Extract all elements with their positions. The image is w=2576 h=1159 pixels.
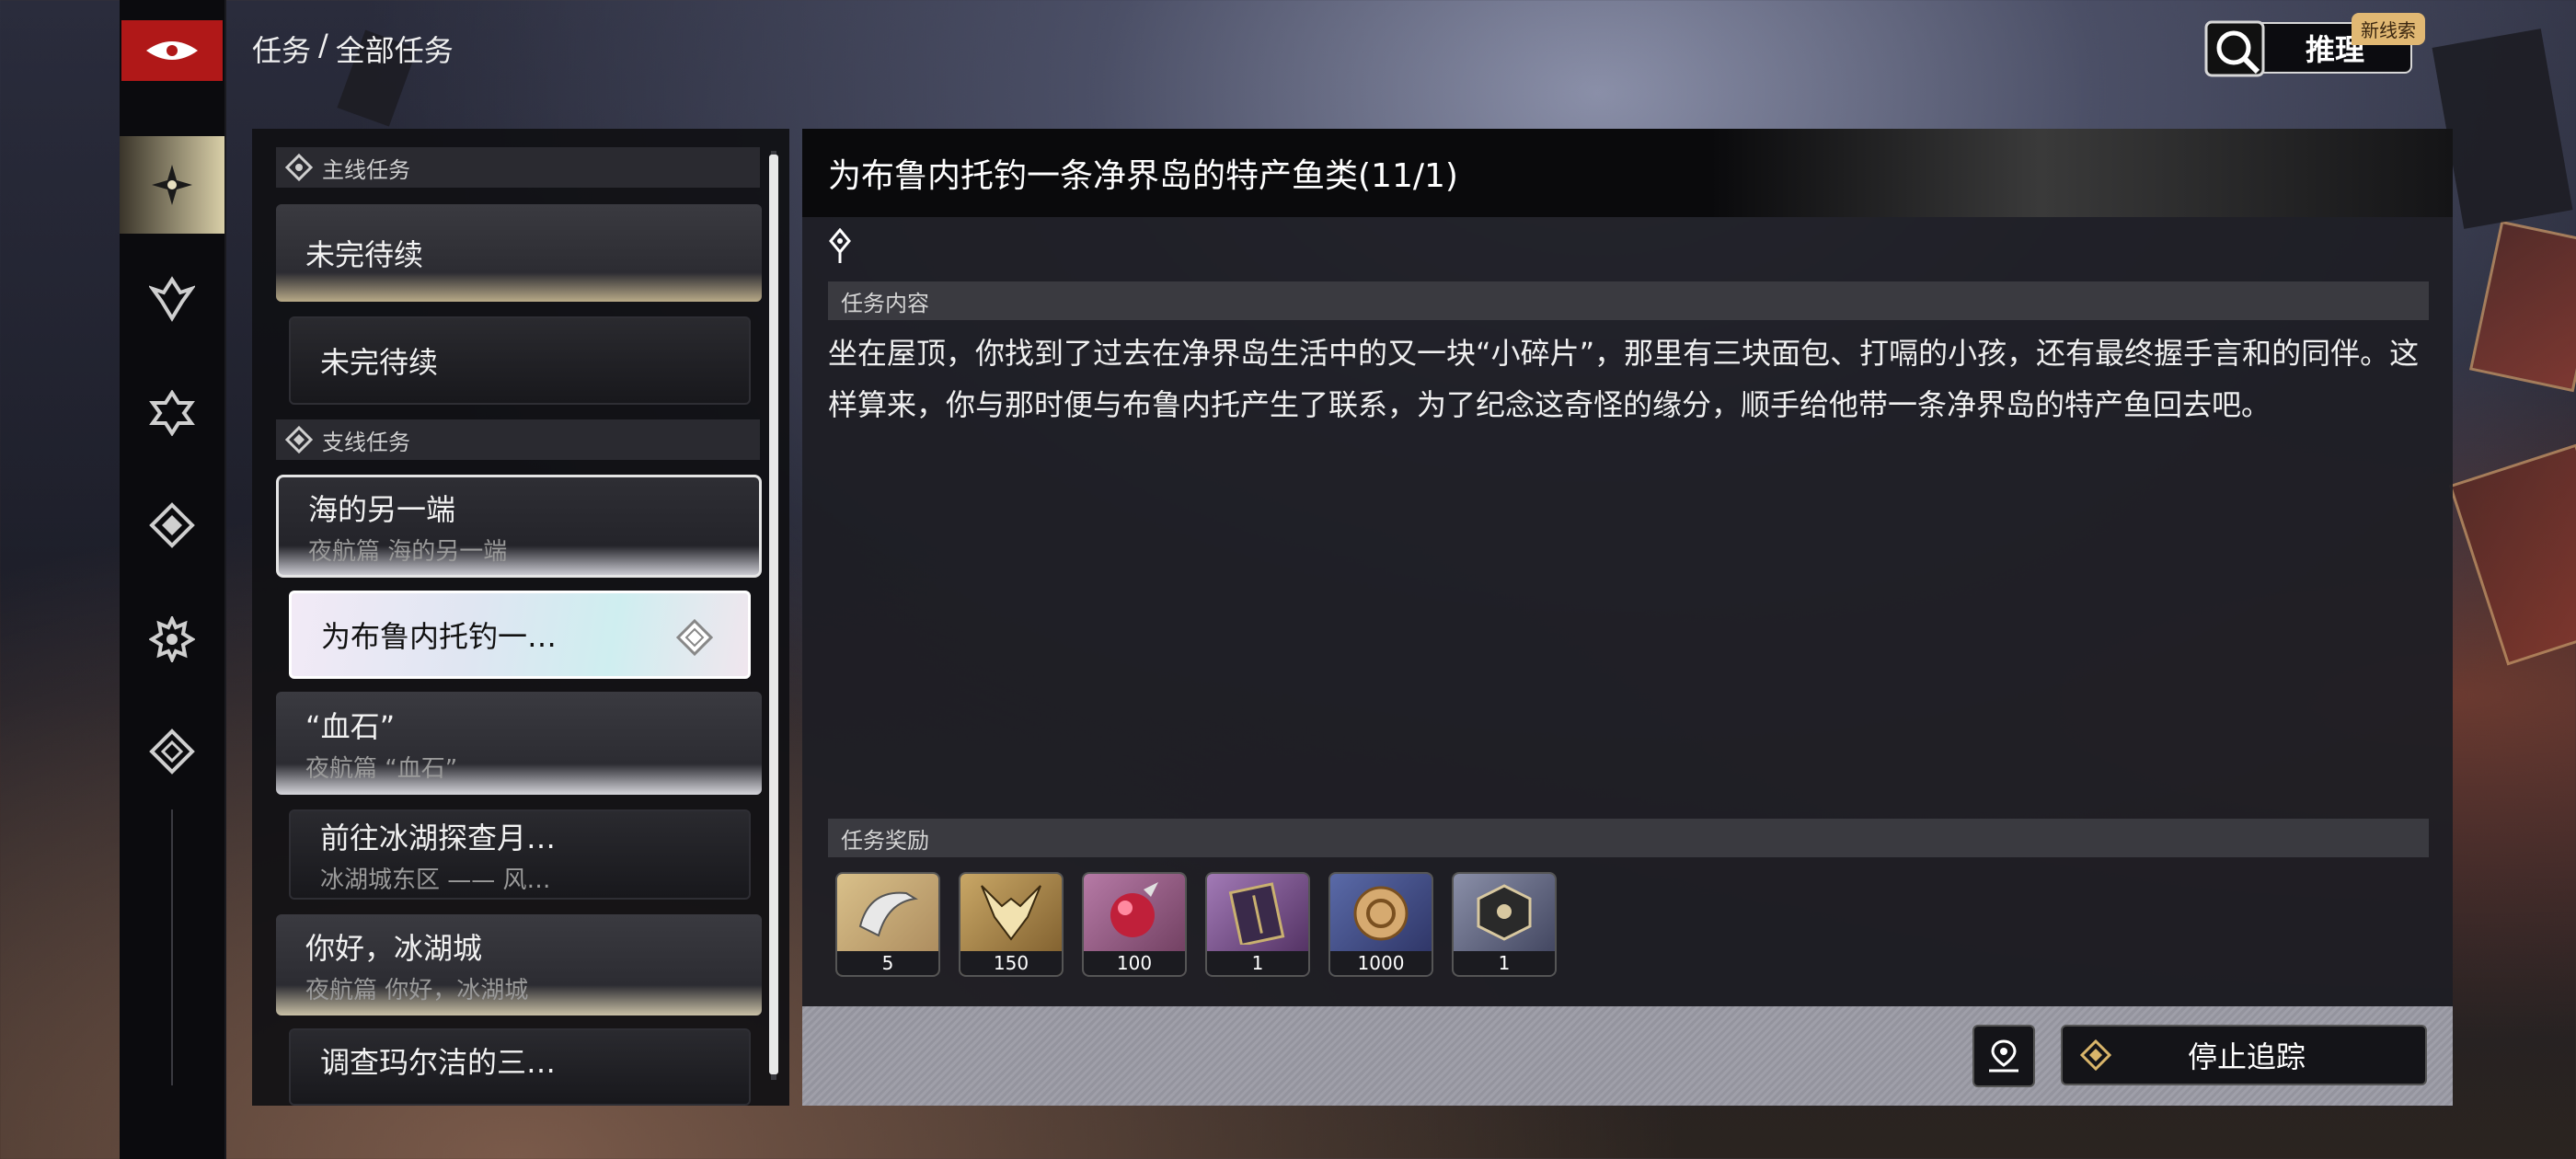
quest-subtitle: 冰湖城东区 —— 风… <box>320 866 551 894</box>
section-side-quests: 支线任务 <box>276 419 760 460</box>
horned-helm-icon <box>981 885 1041 941</box>
quest-title: 未完待续 <box>305 237 424 272</box>
reward-item[interactable]: 1000 <box>1328 872 1433 977</box>
breadcrumb-current: 全部任务 <box>335 33 454 68</box>
gear-icon <box>149 616 195 662</box>
breadcrumb-separator: / <box>318 28 328 63</box>
rail-item-main[interactable] <box>120 250 224 348</box>
quest-subtitle: 夜航篇 “血石” <box>305 754 458 783</box>
quest-card[interactable]: 你好，冰湖城 夜航篇 你好，冰湖城 <box>276 914 762 1016</box>
book-icon <box>1228 882 1285 945</box>
background-shard <box>2432 29 2573 229</box>
reward-item[interactable]: 1 <box>1205 872 1310 977</box>
section-side-label: 支线任务 <box>322 429 410 455</box>
quest-title: 未完待续 <box>320 345 439 380</box>
reward-item[interactable]: 5 <box>835 872 940 977</box>
breadcrumb-section[interactable]: 任务 <box>252 28 311 70</box>
reward-count: 100 <box>1084 951 1185 975</box>
reward-item[interactable]: 1 <box>1452 872 1557 977</box>
quest-subtitle: 夜航篇 你好，冰湖城 <box>305 976 529 1004</box>
section-main-label: 主线任务 <box>322 156 410 183</box>
scroll-icon <box>858 891 918 937</box>
quest-subtitle: 夜航篇 海的另一端 <box>308 537 508 566</box>
reward-list: 5 150 100 1 1000 1 <box>835 872 1557 977</box>
quest-description: 坐在屋顶，你找到了过去在净界岛生活中的又一块“小碎片”，那里有三块面包、打嗝的小… <box>828 336 2420 422</box>
rail-item-side[interactable] <box>120 364 224 462</box>
quest-card-main-sub[interactable]: 未完待续 <box>289 316 751 405</box>
badge-icon <box>149 390 195 436</box>
rail-item-all-quests[interactable] <box>120 136 224 234</box>
back-button[interactable] <box>121 20 223 81</box>
quest-title: 海的另一端 <box>308 491 456 527</box>
coin-icon <box>1353 886 1409 941</box>
quest-title: 调查玛尔洁的三… <box>320 1045 557 1080</box>
reward-count: 1000 <box>1330 951 1432 975</box>
compass-icon <box>149 729 195 775</box>
reward-count: 5 <box>837 951 938 975</box>
list-scrollbar-thumb[interactable] <box>769 155 778 1074</box>
side-quest-icon <box>285 426 313 453</box>
quest-title: “血石” <box>305 708 396 744</box>
rail-item-daily[interactable] <box>120 476 224 574</box>
rail-item-event[interactable] <box>120 591 224 688</box>
background-card <box>2469 220 2576 393</box>
quest-card[interactable]: 海的另一端 夜航篇 海的另一端 <box>276 475 762 578</box>
stop-tracking-button[interactable]: 停止追踪 <box>2061 1025 2427 1085</box>
track-diamond-icon <box>2080 1039 2111 1071</box>
map-locate-button[interactable] <box>1972 1025 2035 1087</box>
dice-icon <box>1477 884 1532 941</box>
quest-title: 前往冰湖探查月… <box>320 820 557 855</box>
eye-logo-icon <box>146 41 198 60</box>
new-clue-badge: 新线索 <box>2352 13 2425 45</box>
main-quest-icon <box>285 154 313 181</box>
quest-card[interactable]: 调查玛尔洁的三… <box>289 1028 751 1106</box>
magnifier-icon <box>2204 20 2265 77</box>
breadcrumb: 任务 / 全部任务 <box>252 28 454 70</box>
quest-card[interactable]: 前往冰湖探查月… 冰湖城东区 —— 风… <box>289 809 751 900</box>
rail-divider <box>171 809 173 1085</box>
tracking-diamond-icon <box>676 619 713 656</box>
reward-item[interactable]: 150 <box>959 872 1064 977</box>
reward-count: 1 <box>1454 951 1555 975</box>
map-pin-icon <box>1989 1039 2018 1073</box>
wing-icon <box>149 276 195 322</box>
diamond-icon <box>149 502 195 548</box>
location-pin-icon <box>829 228 851 263</box>
reward-count: 150 <box>960 951 1062 975</box>
quest-card[interactable]: “血石” 夜航篇 “血石” <box>276 692 762 795</box>
quest-content-header: 任务内容 <box>828 281 2429 320</box>
quest-rewards-header: 任务奖励 <box>828 819 2429 857</box>
quest-card-selected[interactable]: 为布鲁内托钓一… <box>289 591 751 679</box>
reward-item[interactable]: 100 <box>1082 872 1187 977</box>
quest-card-main[interactable]: 未完待续 <box>276 204 762 302</box>
stop-tracking-label: 停止追踪 <box>2188 1039 2306 1074</box>
star-icon <box>152 165 192 205</box>
background-card <box>2448 443 2576 666</box>
quest-detail-title: 为布鲁内托钓一条净界岛的特产鱼类(11/1) <box>802 129 2453 217</box>
reward-count: 1 <box>1207 951 1308 975</box>
section-main-quests: 主线任务 <box>276 147 760 188</box>
quest-title: 你好，冰湖城 <box>305 930 483 966</box>
red-orb-icon <box>1110 882 1158 937</box>
rail-item-other[interactable] <box>120 703 224 800</box>
